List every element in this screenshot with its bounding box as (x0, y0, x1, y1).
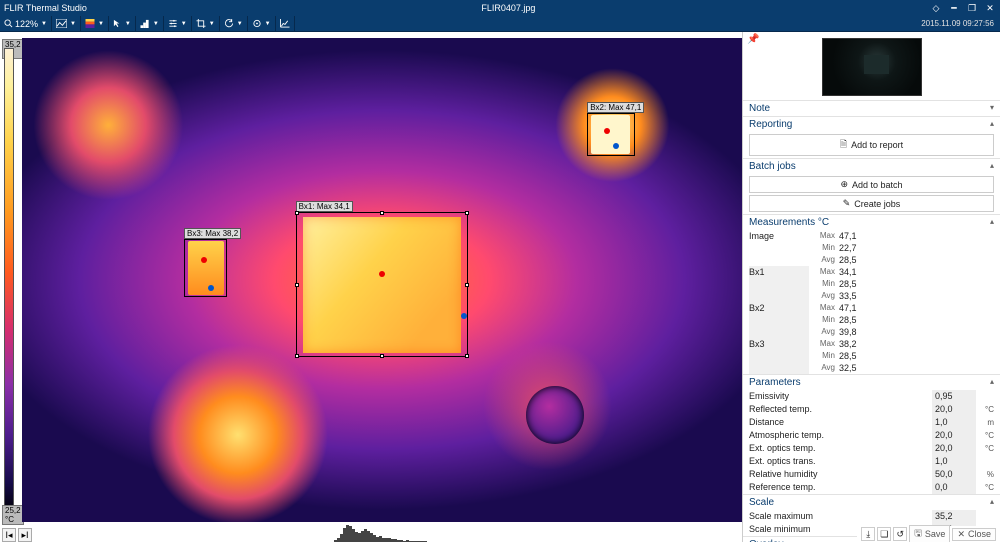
zoom-control[interactable]: 122% ▼ (0, 16, 52, 31)
add-to-batch-button[interactable]: ⊕ Add to batch (749, 176, 994, 193)
chevron-down-icon: ▼ (181, 21, 187, 27)
section-parameters[interactable]: Parameters▴ (743, 375, 1000, 390)
chevron-down-icon: ▼ (153, 21, 159, 27)
panel-footer: ⤓ ❏ ↺ 🖫Save ✕Close (857, 526, 1000, 542)
roi-bx1[interactable]: Bx1: Max 34,1 (296, 212, 469, 357)
histogram[interactable] (22, 524, 742, 542)
meas-image-name: Image (749, 230, 809, 266)
app-title: FLIR Thermal Studio (4, 3, 87, 13)
file-nav: I◂ ▸I (2, 528, 32, 542)
save-button[interactable]: 🖫Save (909, 525, 950, 542)
chevron-down-icon: ▼ (125, 21, 131, 27)
chevron-down-icon: ▼ (237, 21, 243, 27)
main-toolbar: 122% ▼ ▼ ▼ ▼ ▼ ▼ ▼ ▼ ▼ 2015.11.09 09:27:… (0, 16, 1000, 32)
image-mode-button[interactable]: ▼ (52, 16, 81, 31)
close-x-icon: ✕ (957, 529, 965, 540)
roi-bx2-label: Bx2: Max 47,1 (587, 102, 644, 113)
revert-icon[interactable]: ↺ (893, 527, 907, 541)
chevron-down-icon: ▼ (209, 21, 215, 27)
param-reflected-temp[interactable]: 20,0 (932, 403, 976, 416)
roi-bx2[interactable]: Bx2: Max 47,1 (587, 113, 635, 157)
meas-image-avg: 28,5 (839, 254, 879, 266)
meas-bx2-avg: 39,8 (839, 326, 879, 338)
chevron-down-icon: ▼ (265, 21, 271, 27)
section-scale[interactable]: Scale▴ (743, 495, 1000, 510)
meas-bx1-avg: 33,5 (839, 290, 879, 302)
param-scale-max[interactable]: 35,2 (932, 510, 976, 523)
meas-image-max: 47,1 (839, 230, 879, 242)
meas-bx2-min: 28,5 (839, 314, 879, 326)
copy-icon[interactable]: ❏ (877, 527, 891, 541)
save-icon: 🖫 (914, 526, 922, 542)
meas-bx1-max: 34,1 (839, 266, 879, 278)
last-file-button[interactable]: ▸I (18, 528, 32, 542)
document-icon: 🗎 (840, 137, 847, 153)
isotherm-button[interactable]: ▼ (136, 16, 164, 31)
meas-bx3-min: 28,5 (839, 350, 879, 362)
meas-bx3-name[interactable]: Bx3 (749, 338, 809, 374)
param-emissivity[interactable]: 0,95 (932, 390, 976, 403)
meas-bx3-avg: 32,5 (839, 362, 879, 374)
meas-bx2-max: 47,1 (839, 302, 879, 314)
title-bar: FLIR Thermal Studio FLIR0407.jpg ◇ ━ ❐ ✕ (0, 0, 1000, 16)
maximize-icon[interactable]: ❐ (966, 2, 978, 14)
zoom-value: 122% (15, 19, 38, 29)
close-icon[interactable]: ✕ (984, 2, 996, 14)
rotate-button[interactable]: ▼ (220, 16, 248, 31)
pin-icon[interactable]: 📌 (747, 34, 759, 45)
meas-image-min: 22,7 (839, 242, 879, 254)
meas-bx1-min: 28,5 (839, 278, 879, 290)
first-file-button[interactable]: I◂ (2, 528, 16, 542)
param-distance[interactable]: 1,0 (932, 416, 976, 429)
chevron-down-icon: ▼ (98, 21, 104, 27)
coin-cell (526, 386, 584, 444)
add-to-report-button[interactable]: 🗎 Add to report (749, 134, 994, 156)
pencil-icon: ✎ (843, 198, 851, 209)
capture-timestamp: 2015.11.09 09:27:56 (921, 19, 994, 28)
param-atm-temp[interactable]: 20,0 (932, 429, 976, 442)
diamond-icon[interactable]: ◇ (930, 2, 942, 14)
roi-bx3[interactable]: Bx3: Max 38,2 (184, 239, 227, 297)
target-button[interactable]: ▼ (248, 16, 276, 31)
chart-button[interactable] (276, 16, 295, 31)
create-jobs-button[interactable]: ✎ Create jobs (749, 195, 994, 212)
roi-bx1-label: Bx1: Max 34,1 (296, 201, 353, 212)
canvas-area: 35,2 °C 25,2 °C Bx1: Max 34,1 Bx2: Max 4… (0, 32, 742, 542)
param-rel-humidity[interactable]: 50,0 (932, 468, 976, 481)
param-ext-opt-trans[interactable]: 1,0 (932, 455, 976, 468)
plus-circle-icon: ⊕ (840, 179, 848, 190)
palette-button[interactable]: ▼ (81, 16, 109, 31)
minimize-icon[interactable]: ━ (948, 2, 960, 14)
temperature-scale[interactable]: 35,2 °C 25,2 °C (2, 40, 16, 524)
meas-bx1-name[interactable]: Bx1 (749, 266, 809, 302)
adjust-button[interactable]: ▼ (164, 16, 192, 31)
chevron-down-icon: ▼ (41, 21, 47, 27)
param-ref-temp[interactable]: 0,0 (932, 481, 976, 494)
chevron-down-icon: ▼ (70, 21, 76, 27)
close-button[interactable]: ✕Close (952, 528, 996, 541)
section-measurements[interactable]: Measurements °C▴ (743, 215, 1000, 230)
pointer-tool-button[interactable]: ▼ (109, 16, 136, 31)
param-ext-opt-temp[interactable]: 20,0 (932, 442, 976, 455)
file-name: FLIR0407.jpg (87, 3, 930, 13)
visual-image-thumbnail[interactable] (822, 38, 922, 96)
roi-bx3-label: Bx3: Max 38,2 (184, 228, 241, 239)
meas-bx3-max: 38,2 (839, 338, 879, 350)
crop-button[interactable]: ▼ (192, 16, 220, 31)
properties-panel: 📌 Note▾ Reporting▴ 🗎 Add to report Batch… (742, 32, 1000, 542)
section-note[interactable]: Note▾ (743, 101, 1000, 116)
export-icon[interactable]: ⤓ (861, 527, 875, 541)
magnifier-icon (4, 19, 13, 28)
meas-bx2-name[interactable]: Bx2 (749, 302, 809, 338)
section-reporting[interactable]: Reporting▴ (743, 117, 1000, 132)
scale-gradient (4, 48, 14, 516)
scale-min-label: 25,2 °C (2, 505, 24, 525)
thermal-image[interactable]: Bx1: Max 34,1 Bx2: Max 47,1 Bx3: Max 38,… (22, 38, 742, 522)
section-batch[interactable]: Batch jobs▴ (743, 159, 1000, 174)
